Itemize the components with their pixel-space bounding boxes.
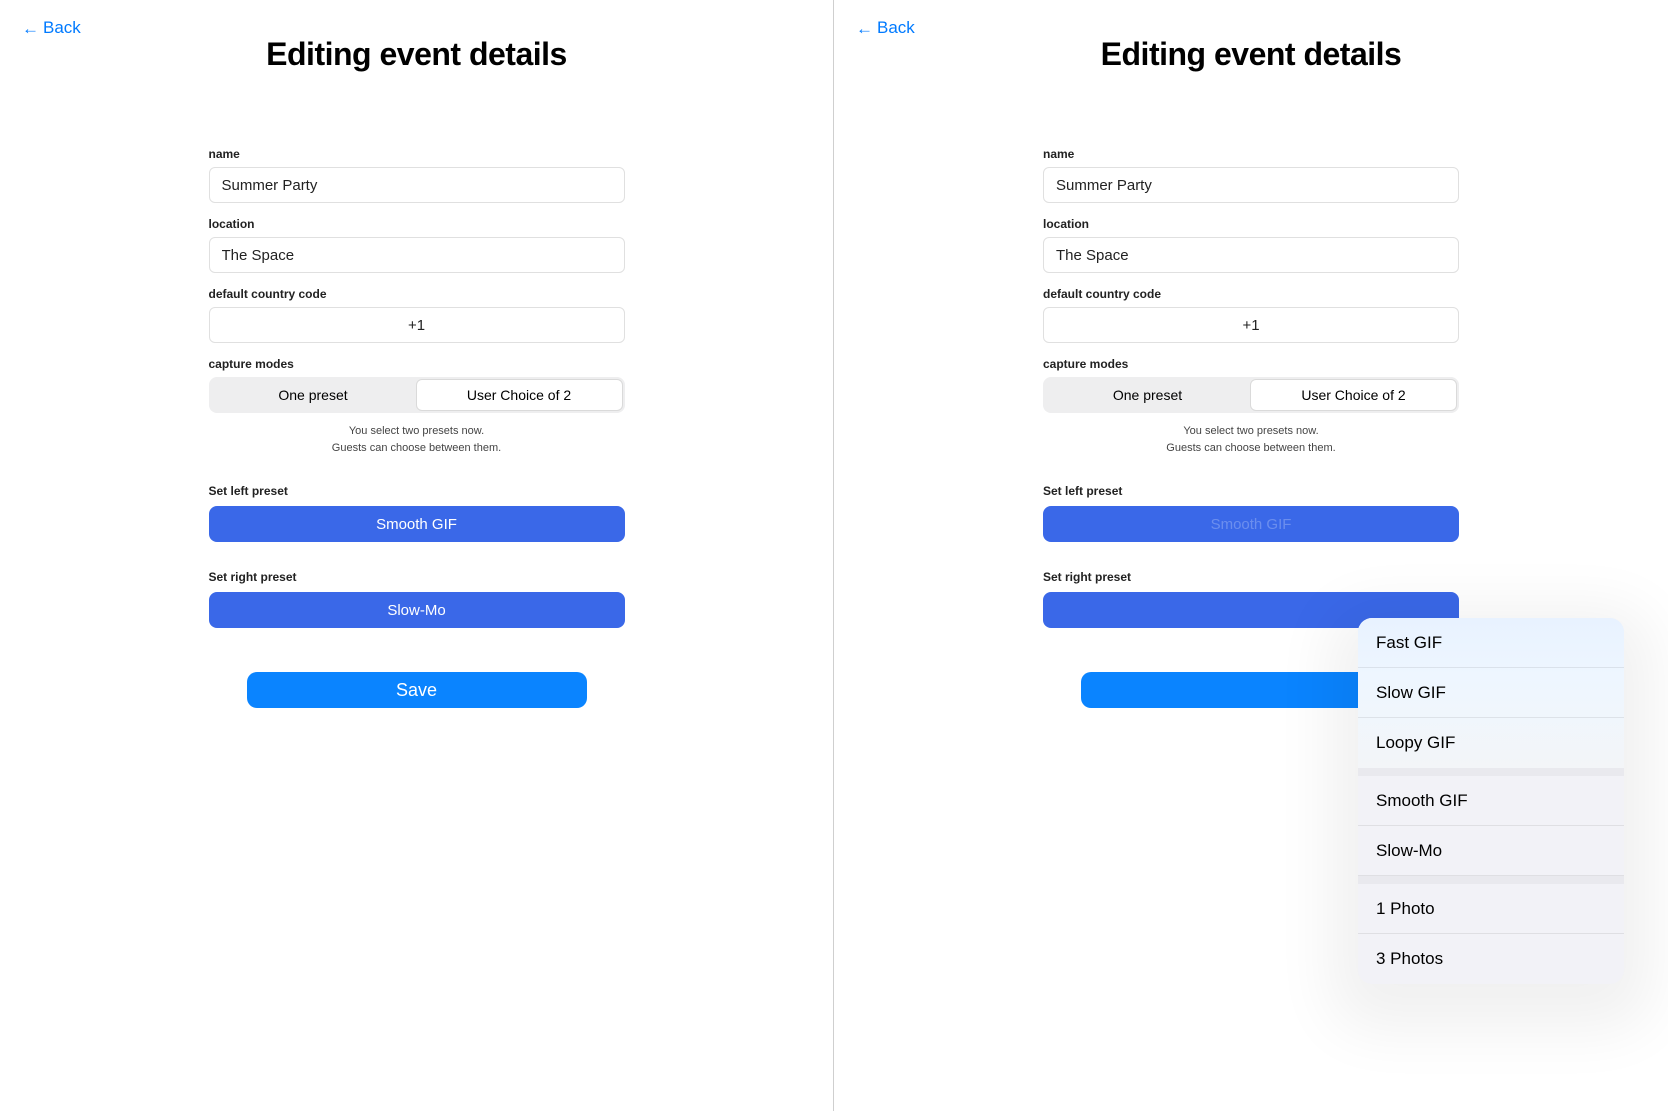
preset-option[interactable]: Slow-Mo bbox=[1358, 826, 1624, 876]
save-button[interactable]: Save bbox=[247, 672, 587, 708]
location-input[interactable] bbox=[1043, 237, 1459, 273]
preset-option[interactable]: Fast GIF bbox=[1358, 618, 1624, 668]
location-label: location bbox=[1043, 217, 1459, 231]
capture-modes-segment: One preset User Choice of 2 bbox=[209, 377, 625, 413]
preset-option[interactable]: Loopy GIF bbox=[1358, 718, 1624, 768]
set-right-preset-label: Set right preset bbox=[209, 570, 625, 584]
preset-option[interactable]: 3 Photos bbox=[1358, 934, 1624, 984]
preset-option[interactable]: Smooth GIF bbox=[1358, 776, 1624, 826]
capture-modes-label: capture modes bbox=[1043, 357, 1459, 371]
popover-separator bbox=[1358, 768, 1624, 776]
back-arrow-icon: ← bbox=[856, 20, 873, 37]
default-cc-input[interactable] bbox=[1043, 307, 1459, 343]
event-form: name location default country code captu… bbox=[209, 147, 625, 708]
panel-state-a: ← Back Editing event details name locati… bbox=[0, 0, 834, 1111]
default-cc-label: default country code bbox=[209, 287, 625, 301]
capture-modes-segment: One preset User Choice of 2 bbox=[1043, 377, 1459, 413]
helper-text: You select two presets now. Guests can c… bbox=[209, 423, 625, 456]
page-title: Editing event details bbox=[834, 36, 1668, 73]
back-label: Back bbox=[877, 18, 915, 38]
set-right-preset-label: Set right preset bbox=[1043, 570, 1459, 584]
set-left-preset-label: Set left preset bbox=[209, 484, 625, 498]
name-label: name bbox=[1043, 147, 1459, 161]
name-label: name bbox=[209, 147, 625, 161]
back-arrow-icon: ← bbox=[22, 20, 39, 37]
right-preset-button[interactable]: Slow-Mo bbox=[209, 592, 625, 628]
location-label: location bbox=[209, 217, 625, 231]
preset-popover: Fast GIF Slow GIF Loopy GIF Smooth GIF S… bbox=[1358, 618, 1624, 984]
preset-option[interactable]: Slow GIF bbox=[1358, 668, 1624, 718]
left-preset-button[interactable]: Smooth GIF bbox=[1043, 506, 1459, 542]
preset-option[interactable]: 1 Photo bbox=[1358, 884, 1624, 934]
name-input[interactable] bbox=[1043, 167, 1459, 203]
default-cc-input[interactable] bbox=[209, 307, 625, 343]
set-left-preset-label: Set left preset bbox=[1043, 484, 1459, 498]
segment-user-choice[interactable]: User Choice of 2 bbox=[416, 379, 623, 411]
left-preset-button[interactable]: Smooth GIF bbox=[209, 506, 625, 542]
back-label: Back bbox=[43, 18, 81, 38]
location-input[interactable] bbox=[209, 237, 625, 273]
segment-one-preset[interactable]: One preset bbox=[1045, 379, 1250, 411]
capture-modes-label: capture modes bbox=[209, 357, 625, 371]
popover-separator bbox=[1358, 876, 1624, 884]
back-button[interactable]: ← Back bbox=[22, 18, 81, 38]
helper-text: You select two presets now. Guests can c… bbox=[1043, 423, 1459, 456]
page-title: Editing event details bbox=[0, 36, 833, 73]
segment-one-preset[interactable]: One preset bbox=[211, 379, 416, 411]
segment-user-choice[interactable]: User Choice of 2 bbox=[1250, 379, 1457, 411]
name-input[interactable] bbox=[209, 167, 625, 203]
back-button[interactable]: ← Back bbox=[856, 18, 915, 38]
panel-state-b: ← Back Editing event details name locati… bbox=[834, 0, 1668, 1111]
default-cc-label: default country code bbox=[1043, 287, 1459, 301]
